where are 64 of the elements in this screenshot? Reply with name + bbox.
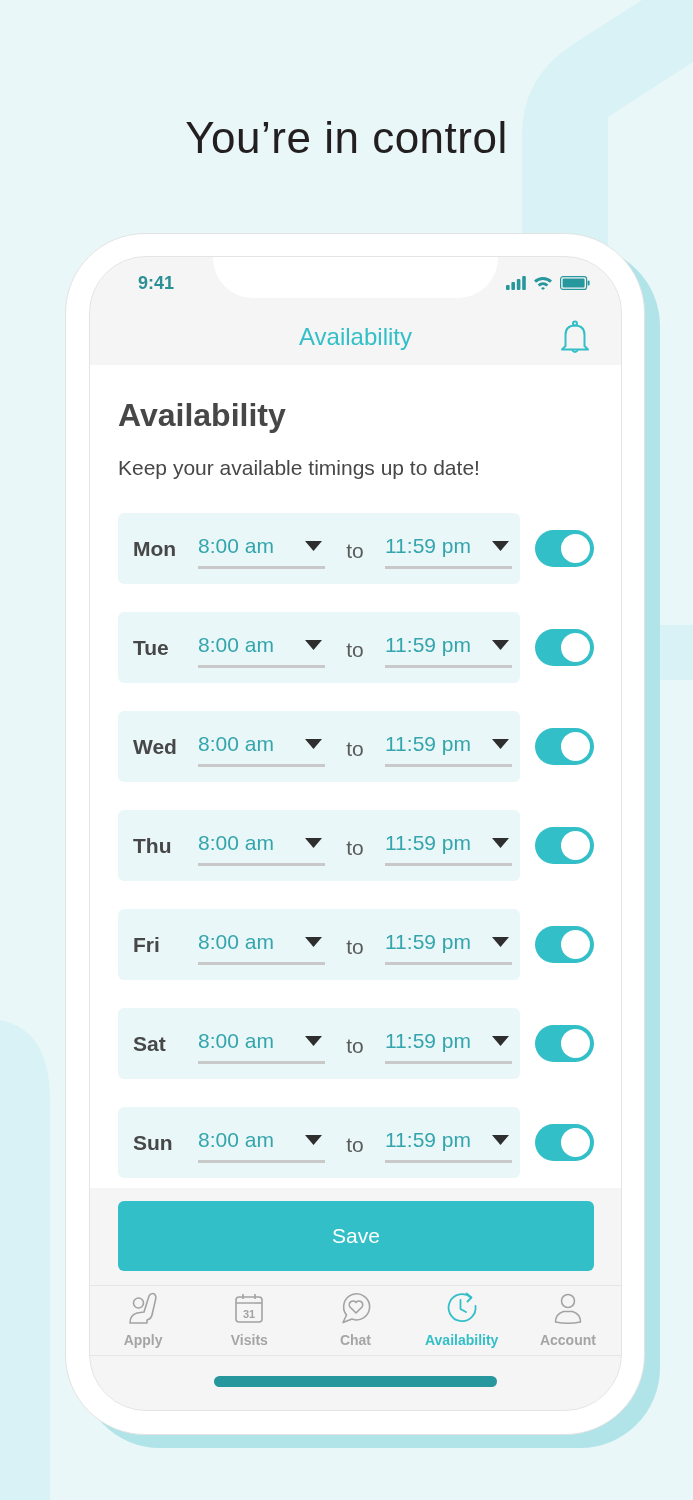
start-time-dropdown[interactable]: 8:00 am <box>198 1023 325 1064</box>
caret-icon <box>492 838 509 848</box>
page-heading: Availability <box>118 396 286 435</box>
end-time-dropdown[interactable]: 11:59 pm <box>385 825 512 866</box>
to-label: to <box>346 1032 364 1058</box>
caret-icon <box>305 937 322 947</box>
wifi-icon <box>534 276 552 290</box>
caret-icon <box>305 640 322 650</box>
end-time-dropdown[interactable]: 11:59 pm <box>385 528 512 569</box>
end-time-dropdown[interactable]: 11:59 pm <box>385 1122 512 1163</box>
caret-icon <box>492 1036 509 1046</box>
caret-icon <box>492 739 509 749</box>
toggle-switch[interactable] <box>535 1124 594 1161</box>
day-label: Tue <box>133 635 169 660</box>
to-label: to <box>346 735 364 761</box>
page-subtitle: Keep your available timings up to date! <box>118 455 480 481</box>
headline: You’re in control <box>185 112 508 164</box>
end-time-dropdown[interactable]: 11:59 pm <box>385 924 512 965</box>
tab-item[interactable]: Apply <box>90 1286 197 1355</box>
tab-item[interactable]: 31 Visits <box>196 1286 303 1355</box>
start-time-dropdown[interactable]: 8:00 am <box>198 726 325 767</box>
caret-icon <box>492 541 509 551</box>
end-time-dropdown[interactable]: 11:59 pm <box>385 1023 512 1064</box>
caret-icon <box>305 541 322 551</box>
caret-icon <box>305 1135 322 1145</box>
start-time-dropdown[interactable]: 8:00 am <box>198 825 325 866</box>
end-time-dropdown[interactable]: 11:59 pm <box>385 627 512 668</box>
day-label: Sun <box>133 1130 173 1155</box>
caret-icon <box>305 739 322 749</box>
tab-item[interactable]: Chat <box>302 1286 409 1355</box>
to-label: to <box>346 933 364 959</box>
day-label: Fri <box>133 932 160 957</box>
day-label: Sat <box>133 1031 166 1056</box>
caret-icon <box>492 1135 509 1145</box>
toggle-switch[interactable] <box>535 629 594 666</box>
toggle-switch[interactable] <box>535 1025 594 1062</box>
toggle-switch[interactable] <box>535 728 594 765</box>
toggle-switch[interactable] <box>535 530 594 567</box>
start-time-dropdown[interactable]: 8:00 am <box>198 1122 325 1163</box>
caret-icon <box>305 838 322 848</box>
tab-item[interactable]: Availability <box>408 1286 515 1355</box>
battery-icon <box>560 276 590 290</box>
toggle-switch[interactable] <box>535 827 594 864</box>
to-label: to <box>346 1131 364 1157</box>
day-label: Mon <box>133 536 177 561</box>
tab-item[interactable]: Account <box>514 1286 621 1355</box>
start-time-dropdown[interactable]: 8:00 am <box>198 627 325 668</box>
caret-icon <box>492 640 509 650</box>
status-time: 9:41 <box>138 272 175 294</box>
to-label: to <box>346 636 364 662</box>
screen-title: Availability <box>299 323 412 351</box>
caret-icon <box>492 937 509 947</box>
day-label: Thu <box>133 833 172 858</box>
day-label: Wed <box>133 734 177 759</box>
notification-bell-icon[interactable] <box>560 320 590 354</box>
to-label: to <box>346 537 364 563</box>
start-time-dropdown[interactable]: 8:00 am <box>198 528 325 569</box>
save-button[interactable]: Save <box>118 1201 594 1271</box>
to-label: to <box>346 834 364 860</box>
toggle-switch[interactable] <box>535 926 594 963</box>
end-time-dropdown[interactable]: 11:59 pm <box>385 726 512 767</box>
start-time-dropdown[interactable]: 8:00 am <box>198 924 325 965</box>
caret-icon <box>305 1036 322 1046</box>
signal-icon <box>506 276 526 290</box>
